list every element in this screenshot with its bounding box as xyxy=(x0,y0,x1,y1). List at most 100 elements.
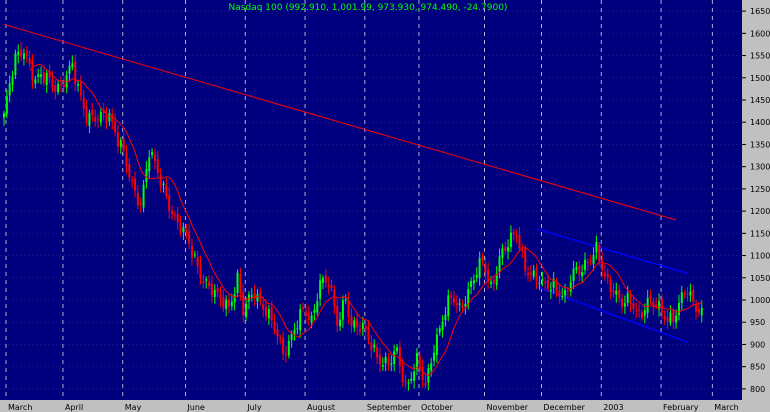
y-tick-label-8: 1200 xyxy=(750,207,770,216)
candle-body xyxy=(151,152,154,155)
y-tick-label-6: 1100 xyxy=(750,252,770,261)
candle-body xyxy=(108,113,111,122)
candle-body xyxy=(310,315,313,323)
candle-body xyxy=(136,192,139,206)
candle-body xyxy=(418,355,421,370)
candle-body xyxy=(8,83,11,96)
candle-body xyxy=(424,382,427,386)
candle-body xyxy=(71,63,74,68)
y-tick-label-1: 850 xyxy=(750,363,765,372)
candle-body xyxy=(319,280,322,299)
candle-body xyxy=(134,178,137,191)
candle-body xyxy=(529,272,532,275)
candle-body xyxy=(535,267,538,282)
candle-body xyxy=(307,312,310,320)
candle-body xyxy=(96,119,99,121)
candle-body xyxy=(168,195,171,211)
y-tick-label-12: 1400 xyxy=(750,118,770,127)
candle-body xyxy=(452,297,455,303)
candle-body xyxy=(472,280,475,284)
candle-body xyxy=(433,352,436,361)
candle-body xyxy=(205,279,208,281)
candle-body xyxy=(185,228,188,234)
y-tick-label-11: 1350 xyxy=(750,140,770,149)
candle-body xyxy=(586,262,589,264)
candle-body xyxy=(250,295,253,297)
candle-body xyxy=(410,378,413,381)
candle-body xyxy=(658,301,661,310)
candle-body xyxy=(236,272,239,293)
candle-body xyxy=(581,272,584,277)
candle-body xyxy=(695,303,698,312)
candle-body xyxy=(350,315,353,327)
candle-body xyxy=(475,275,478,278)
candle-body xyxy=(330,285,333,289)
candle-body xyxy=(692,289,695,303)
candle-body xyxy=(675,315,678,323)
candle-body xyxy=(367,326,370,341)
y-tick-label-14: 1500 xyxy=(750,74,770,83)
candle-body xyxy=(415,353,418,370)
candle-body xyxy=(193,254,196,256)
candle-body xyxy=(677,302,680,316)
candle-body xyxy=(390,363,393,365)
candle-body xyxy=(51,79,54,87)
y-tick-label-13: 1450 xyxy=(750,96,770,105)
candle-body xyxy=(601,258,604,270)
candle-body xyxy=(42,72,45,84)
candle-body xyxy=(458,303,461,305)
candle-body xyxy=(347,300,350,317)
candle-body xyxy=(256,294,259,302)
candle-body xyxy=(171,210,174,215)
candle-body xyxy=(321,277,324,283)
candle-body xyxy=(216,288,219,293)
candle-body xyxy=(638,309,641,311)
candle-body xyxy=(14,53,17,76)
candle-body xyxy=(680,292,683,303)
candle-body xyxy=(313,309,316,313)
candle-body xyxy=(359,329,361,332)
candle-body xyxy=(105,114,108,123)
candle-body xyxy=(210,283,213,296)
candle-body xyxy=(37,74,40,77)
candle-body xyxy=(438,328,441,333)
candle-body xyxy=(176,213,179,223)
candle-body xyxy=(233,294,236,303)
x-tick-label-7: October xyxy=(421,403,454,412)
candle-body xyxy=(302,307,305,309)
x-tick-label-9: December xyxy=(543,403,585,412)
candle-body xyxy=(284,354,287,356)
candle-body xyxy=(162,183,165,185)
candle-body xyxy=(606,274,609,278)
candle-body xyxy=(498,256,501,272)
candle-body xyxy=(561,295,564,297)
candle-body xyxy=(188,231,191,244)
candle-body xyxy=(327,284,330,287)
candle-body xyxy=(700,307,703,316)
candle-body xyxy=(45,72,48,85)
candle-body xyxy=(509,232,512,247)
candle-body xyxy=(481,255,484,262)
candle-body xyxy=(99,111,102,123)
candle-body xyxy=(270,307,273,321)
candle-body xyxy=(672,311,675,322)
candle-body xyxy=(173,214,176,216)
candle-body xyxy=(464,303,467,307)
candle-body xyxy=(490,281,493,285)
candle-body xyxy=(603,272,606,277)
candle-body xyxy=(333,289,336,307)
candle-body xyxy=(57,83,60,93)
y-tick-label-3: 950 xyxy=(750,318,765,327)
candle-body xyxy=(421,366,424,381)
x-tick-label-10: 2003 xyxy=(603,403,623,412)
candle-body xyxy=(583,259,586,270)
candle-body xyxy=(91,110,94,115)
candle-body xyxy=(304,311,307,316)
y-axis-panel xyxy=(742,0,770,412)
candle-body xyxy=(139,202,142,205)
candle-body xyxy=(629,293,632,305)
candle-body xyxy=(518,234,521,249)
candle-body xyxy=(578,265,581,275)
candle-body xyxy=(79,81,82,96)
candle-body xyxy=(336,305,339,326)
